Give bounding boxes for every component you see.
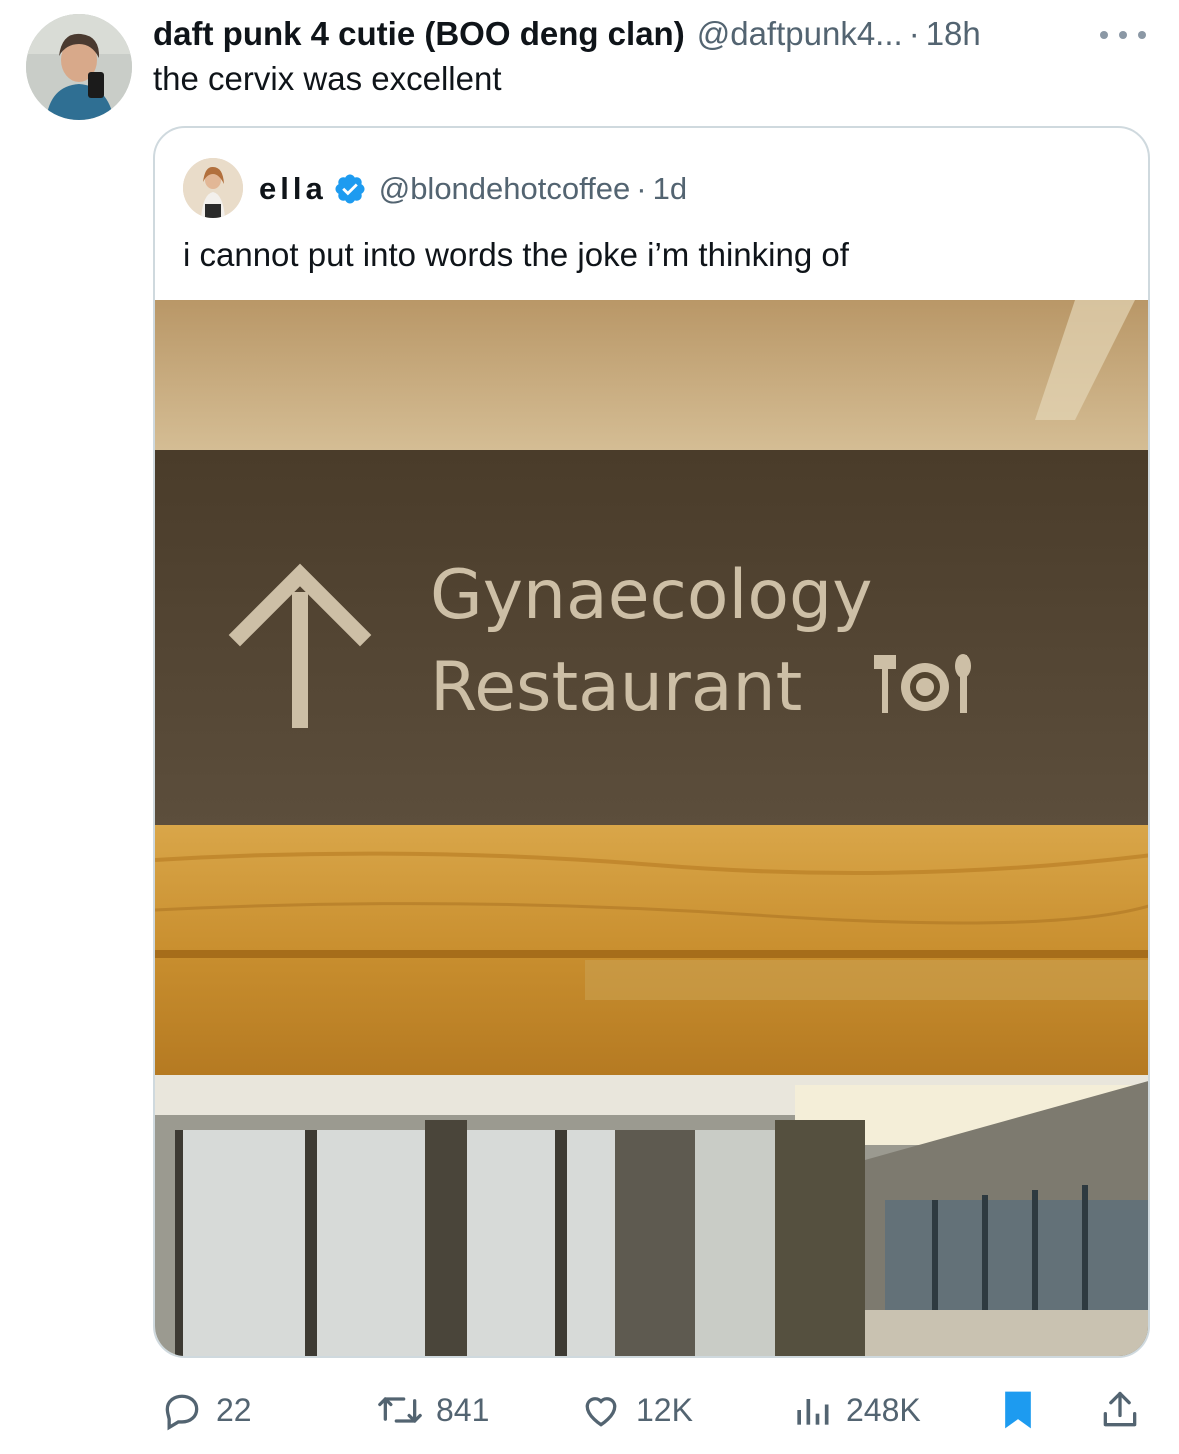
separator: · [636, 171, 647, 206]
reply-button[interactable]: 22 [160, 1380, 252, 1440]
views-count: 248K [846, 1391, 921, 1428]
verified-badge-icon [335, 174, 365, 204]
tweet-time[interactable]: 18h [926, 15, 981, 53]
quoted-author-name[interactable]: ella [259, 171, 327, 207]
repost-button[interactable]: 841 [376, 1380, 489, 1440]
like-count: 12K [636, 1391, 693, 1428]
repost-icon [378, 1397, 422, 1423]
like-button[interactable]: 12K [578, 1380, 693, 1440]
author-avatar[interactable] [26, 14, 132, 120]
repost-count: 841 [436, 1391, 490, 1428]
share-button[interactable] [1098, 1380, 1154, 1440]
author-name[interactable]: daft punk 4 cutie (BOO deng clan) [153, 15, 685, 53]
share-icon [1103, 1391, 1137, 1427]
quoted-text: i cannot put into words the joke i’m thi… [183, 236, 849, 273]
reply-icon [165, 1394, 199, 1431]
views-icon [797, 1399, 829, 1425]
tweet-text: the cervix was excellent [153, 60, 502, 97]
quoted-header: ella @blondehotcoffee · 1d [259, 166, 687, 212]
bookmark-button[interactable] [1000, 1380, 1048, 1440]
quoted-author-handle[interactable]: @blondehotcoffee [379, 171, 631, 207]
views-button[interactable]: 248K [790, 1380, 921, 1440]
like-icon [585, 1397, 617, 1427]
quoted-author-avatar[interactable] [183, 158, 243, 218]
sign-line-1: Gynaecology [430, 556, 872, 635]
bookmark-icon [1005, 1391, 1031, 1429]
sign-line-2: Restaurant [430, 648, 802, 727]
tweet-header: daft punk 4 cutie (BOO deng clan) @daftp… [153, 14, 1153, 54]
ellipsis-icon[interactable] [1100, 20, 1146, 50]
quoted-photo[interactable]: Gynaecology Restaurant [155, 300, 1148, 1356]
author-handle[interactable]: @daftpunk4... [697, 15, 903, 53]
reply-count: 22 [216, 1391, 252, 1428]
action-bar: 22 841 12K 248K [0, 1380, 1179, 1440]
quoted-time[interactable]: 1d [653, 171, 687, 207]
separator: · [908, 15, 920, 52]
quoted-tweet-card[interactable]: ella @blondehotcoffee · 1d i cannot put … [153, 126, 1150, 1358]
